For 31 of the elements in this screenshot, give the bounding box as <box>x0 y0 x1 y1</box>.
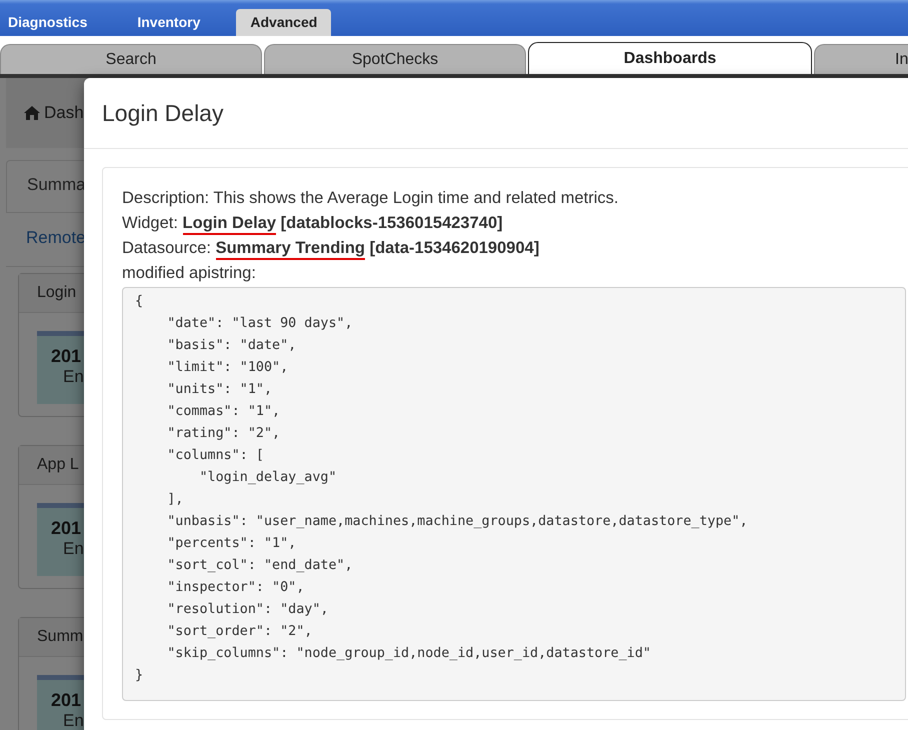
code-line: "sort_col": "end_date", <box>166 557 354 575</box>
datasource-line: Datasource: Summary Trending [data-1534620190904] <box>122 236 906 261</box>
sub-tab[interactable]: Dashboards <box>528 42 812 74</box>
sub-tab[interactable]: In <box>814 44 908 74</box>
code-line: "login_delay_avg" <box>198 469 338 487</box>
modal-title: Login Delay <box>102 100 224 126</box>
sub-tab[interactable]: SpotChecks <box>264 44 526 74</box>
top-tab[interactable]: Diagnostics <box>0 9 108 36</box>
code-line: "units": "1", <box>166 381 274 399</box>
tile-label: En <box>62 367 85 387</box>
description-line: Description: This shows the Average Login time and related metrics. <box>122 188 620 209</box>
code-line: "commas": "1", <box>166 403 282 421</box>
tile-value: 201 <box>51 690 82 711</box>
code-line: "rating": "2", <box>166 425 282 443</box>
sub-tab[interactable]: Search <box>0 44 262 74</box>
code-line: ], <box>166 491 184 509</box>
code-line: "percents": "1", <box>166 535 298 553</box>
code-line: { <box>135 293 144 311</box>
code-line: } <box>135 667 144 685</box>
tile-label: En <box>62 711 85 730</box>
top-tab[interactable]: Advanced <box>236 9 332 36</box>
top-tab[interactable]: Inventory <box>129 9 220 36</box>
breadcrumb-link[interactable]: Dash <box>44 103 84 123</box>
code-line: "basis": "date", <box>166 337 298 355</box>
code-line: "unbasis": "user_name,machines,machine_groups,datastore,datastore_type", <box>166 513 749 531</box>
widget-line: Widget: Login Delay [datablocks-1536015423740] <box>122 211 906 236</box>
code-line: "inspector": "0", <box>166 579 306 597</box>
home-icon <box>24 105 40 121</box>
code-line: "limit": "100", <box>166 359 290 377</box>
code-line: "date": "last 90 days", <box>166 315 354 333</box>
code-line: "resolution": "day", <box>166 601 330 619</box>
